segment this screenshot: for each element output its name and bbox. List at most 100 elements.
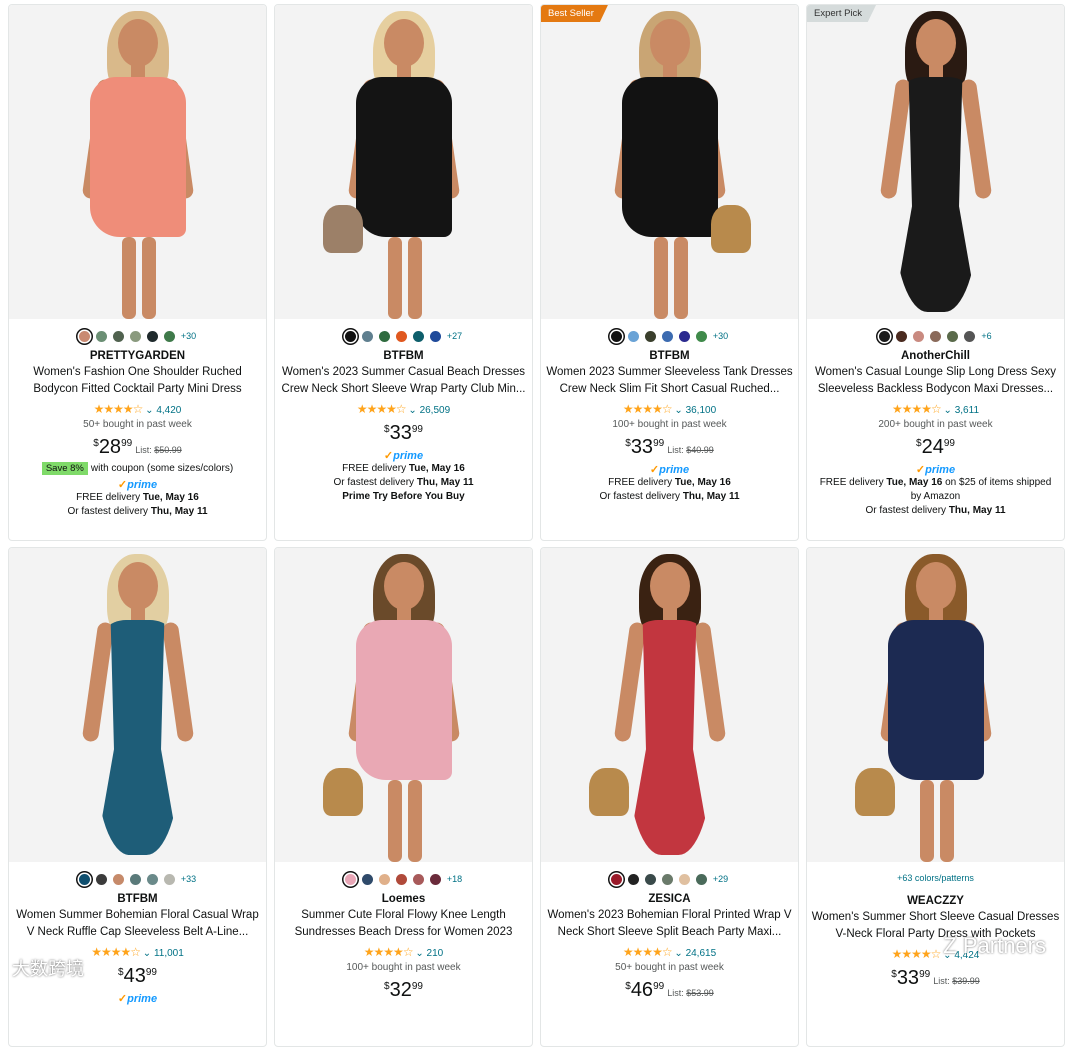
color-swatch[interactable] bbox=[412, 330, 424, 342]
color-swatch[interactable] bbox=[879, 330, 891, 342]
list-price-label: List: bbox=[933, 976, 950, 986]
color-swatch[interactable] bbox=[146, 873, 158, 885]
more-colors-link[interactable]: +30 bbox=[713, 331, 728, 341]
product-image[interactable] bbox=[275, 5, 532, 319]
product-price[interactable]: $2899List: $50.99 bbox=[9, 436, 266, 459]
product-image[interactable] bbox=[541, 548, 798, 862]
color-swatch[interactable] bbox=[661, 330, 673, 342]
more-colors-link[interactable]: +27 bbox=[447, 331, 462, 341]
color-swatch[interactable] bbox=[112, 873, 124, 885]
product-rating[interactable]: ★★★★☆ ⌄ 4,420 bbox=[9, 402, 266, 416]
chevron-down-icon: ⌄ bbox=[671, 948, 686, 959]
color-swatch[interactable] bbox=[678, 873, 690, 885]
color-swatch[interactable] bbox=[129, 873, 141, 885]
product-price[interactable]: $3399List: $39.99 bbox=[807, 967, 1064, 990]
product-card[interactable]: Expert Pick +6 AnotherChill Women's Casual … bbox=[806, 4, 1065, 541]
review-count[interactable]: 4,420 bbox=[156, 405, 181, 416]
product-title[interactable]: Women's Casual Lounge Slip Long Dress Se… bbox=[807, 364, 1064, 398]
product-card[interactable]: Best Seller +30 BTFBM Women 2023 Summer Sle… bbox=[540, 4, 799, 541]
color-swatch[interactable] bbox=[378, 873, 390, 885]
prime-check-icon: ✓ bbox=[915, 464, 926, 476]
product-price[interactable]: $3299 bbox=[275, 979, 532, 1002]
more-colors-link[interactable]: +18 bbox=[447, 874, 462, 884]
color-swatch[interactable] bbox=[395, 330, 407, 342]
color-swatch[interactable] bbox=[129, 330, 141, 342]
product-rating[interactable]: ★★★★☆ ⌄ 3,611 bbox=[807, 402, 1064, 416]
handbag bbox=[855, 768, 895, 816]
color-swatch[interactable] bbox=[610, 330, 622, 342]
color-swatch[interactable] bbox=[695, 330, 707, 342]
color-swatch[interactable] bbox=[395, 873, 407, 885]
product-rating[interactable]: ★★★★☆ ⌄ 24,615 bbox=[541, 945, 798, 959]
more-colors-link[interactable]: +30 bbox=[181, 331, 196, 341]
product-price[interactable]: $4699List: $53.99 bbox=[541, 979, 798, 1002]
review-count[interactable]: 24,615 bbox=[686, 948, 717, 959]
color-swatch[interactable] bbox=[644, 873, 656, 885]
product-card[interactable]: +29 ZESICA Women's 2023 Bohemian Floral Pr… bbox=[540, 547, 799, 1047]
product-price[interactable]: $3399List: $40.99 bbox=[541, 436, 798, 459]
star-rating-icon: ★★★★☆ bbox=[891, 402, 942, 416]
product-title[interactable]: Women 2023 Summer Sleeveless Tank Dresse… bbox=[541, 364, 798, 398]
color-swatch[interactable] bbox=[678, 330, 690, 342]
prime-label: prime bbox=[393, 450, 424, 462]
color-swatch[interactable] bbox=[344, 330, 356, 342]
product-card[interactable]: +18 Loemes Summer Cute Floral Flowy Knee L… bbox=[274, 547, 533, 1047]
product-image[interactable] bbox=[9, 548, 266, 862]
color-swatch[interactable] bbox=[947, 330, 959, 342]
color-swatch[interactable] bbox=[661, 873, 673, 885]
product-card[interactable]: +30 PRETTYGARDEN Women's Fashion One Shoul… bbox=[8, 4, 267, 541]
review-count[interactable]: 210 bbox=[427, 948, 444, 959]
product-rating[interactable]: ★★★★☆ ⌄ 26,509 bbox=[275, 402, 532, 416]
color-swatch[interactable] bbox=[627, 330, 639, 342]
color-swatch[interactable] bbox=[78, 330, 90, 342]
coupon-offer[interactable]: Save 8% with coupon (some sizes/colors) bbox=[9, 462, 266, 475]
product-title[interactable]: Women's 2023 Summer Casual Beach Dresses… bbox=[275, 364, 532, 398]
color-swatch[interactable] bbox=[78, 873, 90, 885]
color-swatch[interactable] bbox=[361, 330, 373, 342]
color-swatch[interactable] bbox=[361, 873, 373, 885]
product-card[interactable]: +63 colors/patterns WEACZZY Women's Summer… bbox=[806, 547, 1065, 1047]
color-swatch[interactable] bbox=[913, 330, 925, 342]
coupon-badge[interactable]: Save 8% bbox=[41, 462, 88, 475]
color-swatch[interactable] bbox=[610, 873, 622, 885]
product-title[interactable]: Women's 2023 Bohemian Floral Printed Wra… bbox=[541, 907, 798, 941]
color-swatch[interactable] bbox=[412, 873, 424, 885]
color-swatch[interactable] bbox=[429, 330, 441, 342]
product-price[interactable]: $2499 bbox=[807, 436, 1064, 459]
product-image[interactable]: Best Seller bbox=[541, 5, 798, 319]
color-swatch[interactable] bbox=[429, 873, 441, 885]
product-title[interactable]: Women Summer Bohemian Floral Casual Wrap… bbox=[9, 907, 266, 941]
more-colors-link[interactable]: +6 bbox=[981, 331, 991, 341]
product-title[interactable]: Summer Cute Floral Flowy Knee Length Sun… bbox=[275, 907, 532, 941]
color-swatch[interactable] bbox=[644, 330, 656, 342]
product-rating[interactable]: ★★★★☆ ⌄ 36,100 bbox=[541, 402, 798, 416]
color-swatch[interactable] bbox=[163, 330, 175, 342]
product-image[interactable]: Expert Pick bbox=[807, 5, 1064, 319]
product-image[interactable] bbox=[9, 5, 266, 319]
product-image[interactable] bbox=[807, 548, 1064, 862]
more-colors-link[interactable]: +29 bbox=[713, 874, 728, 884]
review-count[interactable]: 36,100 bbox=[686, 405, 717, 416]
color-swatch[interactable] bbox=[163, 873, 175, 885]
product-image[interactable] bbox=[275, 548, 532, 862]
color-swatch[interactable] bbox=[896, 330, 908, 342]
color-swatch[interactable] bbox=[95, 330, 107, 342]
color-swatch[interactable] bbox=[344, 873, 356, 885]
color-swatch[interactable] bbox=[146, 330, 158, 342]
product-rating[interactable]: ★★★★☆ ⌄ 210 bbox=[275, 945, 532, 959]
product-price[interactable]: $3399 bbox=[275, 422, 532, 445]
color-swatch[interactable] bbox=[95, 873, 107, 885]
color-swatch[interactable] bbox=[964, 330, 976, 342]
color-swatch[interactable] bbox=[695, 873, 707, 885]
review-count[interactable]: 3,611 bbox=[955, 405, 979, 416]
product-title[interactable]: Women's Fashion One Shoulder Ruched Body… bbox=[9, 364, 266, 398]
review-count[interactable]: 26,509 bbox=[420, 405, 451, 416]
color-swatch[interactable] bbox=[627, 873, 639, 885]
more-colors-link[interactable]: +63 colors/patterns bbox=[807, 873, 1064, 889]
product-card[interactable]: +27 BTFBM Women's 2023 Summer Casual Beach… bbox=[274, 4, 533, 541]
color-swatch[interactable] bbox=[112, 330, 124, 342]
color-swatch[interactable] bbox=[378, 330, 390, 342]
more-colors-link[interactable]: +33 bbox=[181, 874, 196, 884]
color-swatch[interactable] bbox=[930, 330, 942, 342]
review-count[interactable]: 11,001 bbox=[154, 948, 184, 959]
